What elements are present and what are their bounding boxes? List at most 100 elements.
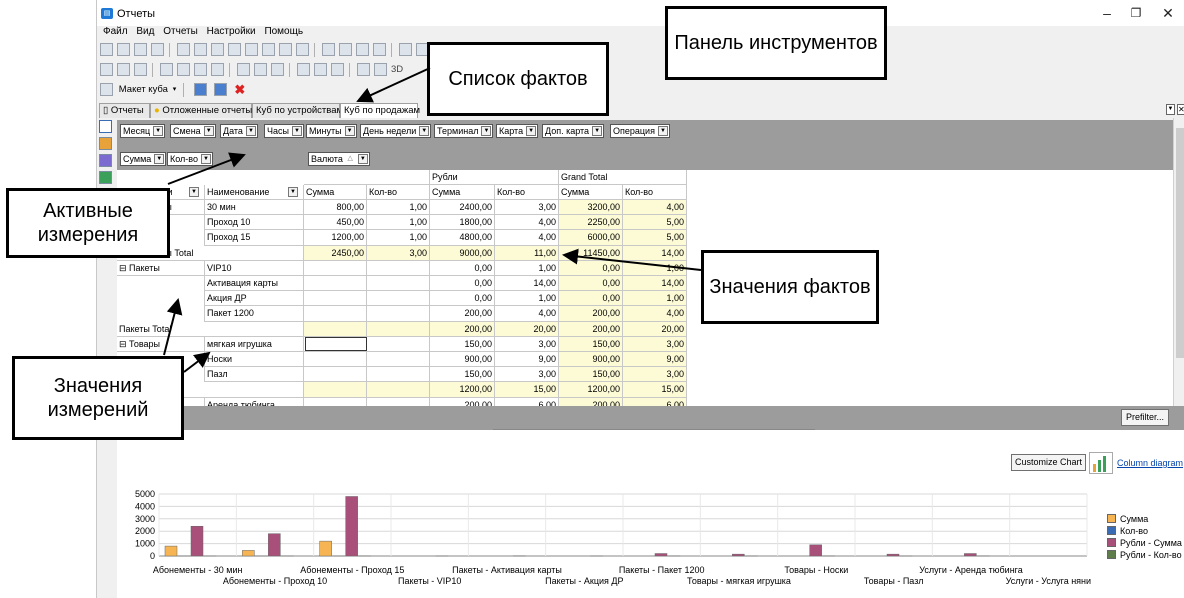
fact-value-cell[interactable]: 800,00 [304, 200, 367, 216]
export-icon[interactable] [99, 171, 112, 184]
data-field-qty[interactable]: Кол-во ▼ [167, 152, 213, 166]
tab-close-button[interactable]: ✕ [1177, 104, 1184, 115]
chevron-down-icon[interactable]: ▼ [189, 187, 199, 197]
fact-value-cell[interactable]: 0,00 [430, 291, 495, 307]
fact-value-cell[interactable]: 1,00 [495, 291, 559, 307]
toolbar-action-icon[interactable] [356, 43, 369, 56]
fact-value-cell[interactable]: 9,00 [495, 352, 559, 368]
scrollbar-thumb[interactable] [1176, 128, 1184, 358]
toolbar-action-icon[interactable] [254, 63, 267, 76]
fact-value-cell[interactable]: 3,00 [623, 336, 687, 352]
fact-value-cell[interactable]: 450,00 [304, 215, 367, 231]
tab-devices-cube[interactable]: Куб по устройствам [252, 103, 343, 118]
3d-toggle-button[interactable]: 3D [391, 60, 403, 80]
data-field-sum[interactable]: Сумма ▼ [120, 152, 167, 166]
toolbar-action-icon[interactable] [211, 43, 224, 56]
fact-value-cell[interactable] [304, 367, 367, 383]
fact-value-cell[interactable]: 200,00 [559, 397, 623, 406]
vertical-scrollbar[interactable] [1173, 118, 1184, 428]
fact-value-cell[interactable] [304, 352, 367, 368]
chevron-down-icon[interactable]: ▾ [173, 80, 177, 100]
toolbar-action-icon[interactable] [228, 43, 241, 56]
tab-reports[interactable]: ▯ Отчеты [99, 103, 150, 118]
fact-value-cell[interactable]: 2250,00 [559, 215, 623, 231]
customize-chart-button[interactable]: Customize Chart [1011, 454, 1087, 471]
filter-field-chip[interactable]: Карта ▼ [496, 124, 539, 138]
fact-value-cell[interactable]: 2450,00 [304, 245, 367, 261]
minimize-button[interactable]: – [1092, 4, 1122, 22]
menu-view[interactable]: Вид [136, 26, 154, 38]
filter-field-chip[interactable]: Месяц ▼ [120, 124, 166, 138]
fact-value-cell[interactable]: 1,00 [623, 260, 687, 276]
toolbar-action-icon[interactable] [314, 63, 327, 76]
filter-field-chip[interactable]: Минуты ▼ [306, 124, 357, 138]
fact-value-cell[interactable] [367, 367, 430, 383]
save-icon[interactable] [193, 83, 207, 96]
fact-value-cell[interactable]: 3,00 [623, 367, 687, 383]
chevron-down-icon[interactable]: ▼ [288, 187, 298, 197]
save-as-icon[interactable] [213, 83, 227, 96]
toolbar-action-icon[interactable] [177, 43, 190, 56]
fact-value-cell[interactable]: 14,00 [623, 276, 687, 292]
toolbar-action-icon[interactable] [357, 63, 370, 76]
column-diagram-icon[interactable] [1089, 452, 1113, 474]
fact-value-cell[interactable]: 15,00 [495, 382, 559, 398]
dimensions-icon[interactable] [99, 154, 112, 167]
fact-value-cell[interactable] [367, 382, 430, 398]
fact-value-cell[interactable]: 11450,00 [559, 245, 623, 261]
fact-value-cell[interactable]: 4,00 [623, 306, 687, 322]
grid-view-icon[interactable] [99, 120, 112, 133]
fact-value-cell[interactable]: 5,00 [623, 230, 687, 246]
toolbar-action-icon[interactable] [134, 63, 147, 76]
menu-settings[interactable]: Настройки [207, 26, 256, 38]
fact-value-cell[interactable] [367, 352, 430, 368]
fact-value-cell[interactable] [304, 291, 367, 307]
close-button[interactable]: ✕ [1153, 4, 1183, 22]
fact-value-cell[interactable]: 150,00 [430, 367, 495, 383]
fact-value-cell[interactable]: 15,00 [623, 382, 687, 398]
fact-value-cell[interactable]: 1,00 [367, 230, 430, 246]
toolbar-action-icon[interactable] [296, 43, 309, 56]
column-field-currency[interactable]: Валюта △ ▼ [308, 152, 370, 166]
fact-value-cell[interactable] [304, 382, 367, 398]
fact-value-cell[interactable]: 0,00 [559, 291, 623, 307]
filter-field-chip[interactable]: Смена ▼ [170, 124, 216, 138]
fact-value-cell[interactable]: 20,00 [623, 321, 687, 337]
fact-value-cell[interactable]: 200,00 [430, 306, 495, 322]
filter-field-chip[interactable]: Терминал ▼ [434, 124, 494, 138]
filter-field-chip[interactable]: Часы ▼ [264, 124, 304, 138]
fact-value-cell[interactable]: 9,00 [623, 352, 687, 368]
fact-value-cell[interactable]: 6,00 [495, 397, 559, 406]
fact-value-cell[interactable]: 1,00 [495, 260, 559, 276]
toolbar-action-icon[interactable] [100, 43, 113, 56]
toolbar-action-icon[interactable] [339, 43, 352, 56]
toolbar-action-icon[interactable] [373, 43, 386, 56]
chart-view-icon[interactable] [99, 137, 112, 150]
fact-value-cell[interactable] [304, 306, 367, 322]
fact-value-cell[interactable]: 0,00 [559, 276, 623, 292]
filter-field-chip[interactable]: Операция ▼ [610, 124, 670, 138]
fact-value-cell[interactable] [367, 276, 430, 292]
toolbar-action-icon[interactable] [297, 63, 310, 76]
menu-reports[interactable]: Отчеты [163, 26, 198, 38]
menu-file[interactable]: Файл [103, 26, 128, 38]
tab-sales-cube[interactable]: Куб по продажам [340, 103, 420, 118]
toolbar-action-icon[interactable] [194, 43, 207, 56]
fact-value-cell[interactable]: 3,00 [495, 336, 559, 352]
fact-value-cell[interactable]: 0,00 [430, 276, 495, 292]
fact-value-cell[interactable]: 4,00 [495, 230, 559, 246]
fact-value-cell[interactable] [367, 397, 430, 406]
fact-value-cell[interactable]: 1200,00 [304, 230, 367, 246]
toolbar-action-icon[interactable] [177, 63, 190, 76]
fact-value-cell[interactable]: 1200,00 [430, 382, 495, 398]
fact-value-cell[interactable]: 1200,00 [559, 382, 623, 398]
fact-value-cell[interactable]: 150,00 [559, 336, 623, 352]
column-diagram-link[interactable]: Column diagram [1117, 458, 1183, 468]
fact-value-cell[interactable]: 3,00 [495, 200, 559, 216]
fact-value-cell[interactable]: 6000,00 [559, 230, 623, 246]
menu-help[interactable]: Помощь [264, 26, 303, 38]
fact-value-cell[interactable]: 3,00 [367, 245, 430, 261]
toolbar-action-icon[interactable] [245, 43, 258, 56]
fact-value-cell[interactable] [367, 291, 430, 307]
filter-field-chip[interactable]: День недели ▼ [360, 124, 432, 138]
